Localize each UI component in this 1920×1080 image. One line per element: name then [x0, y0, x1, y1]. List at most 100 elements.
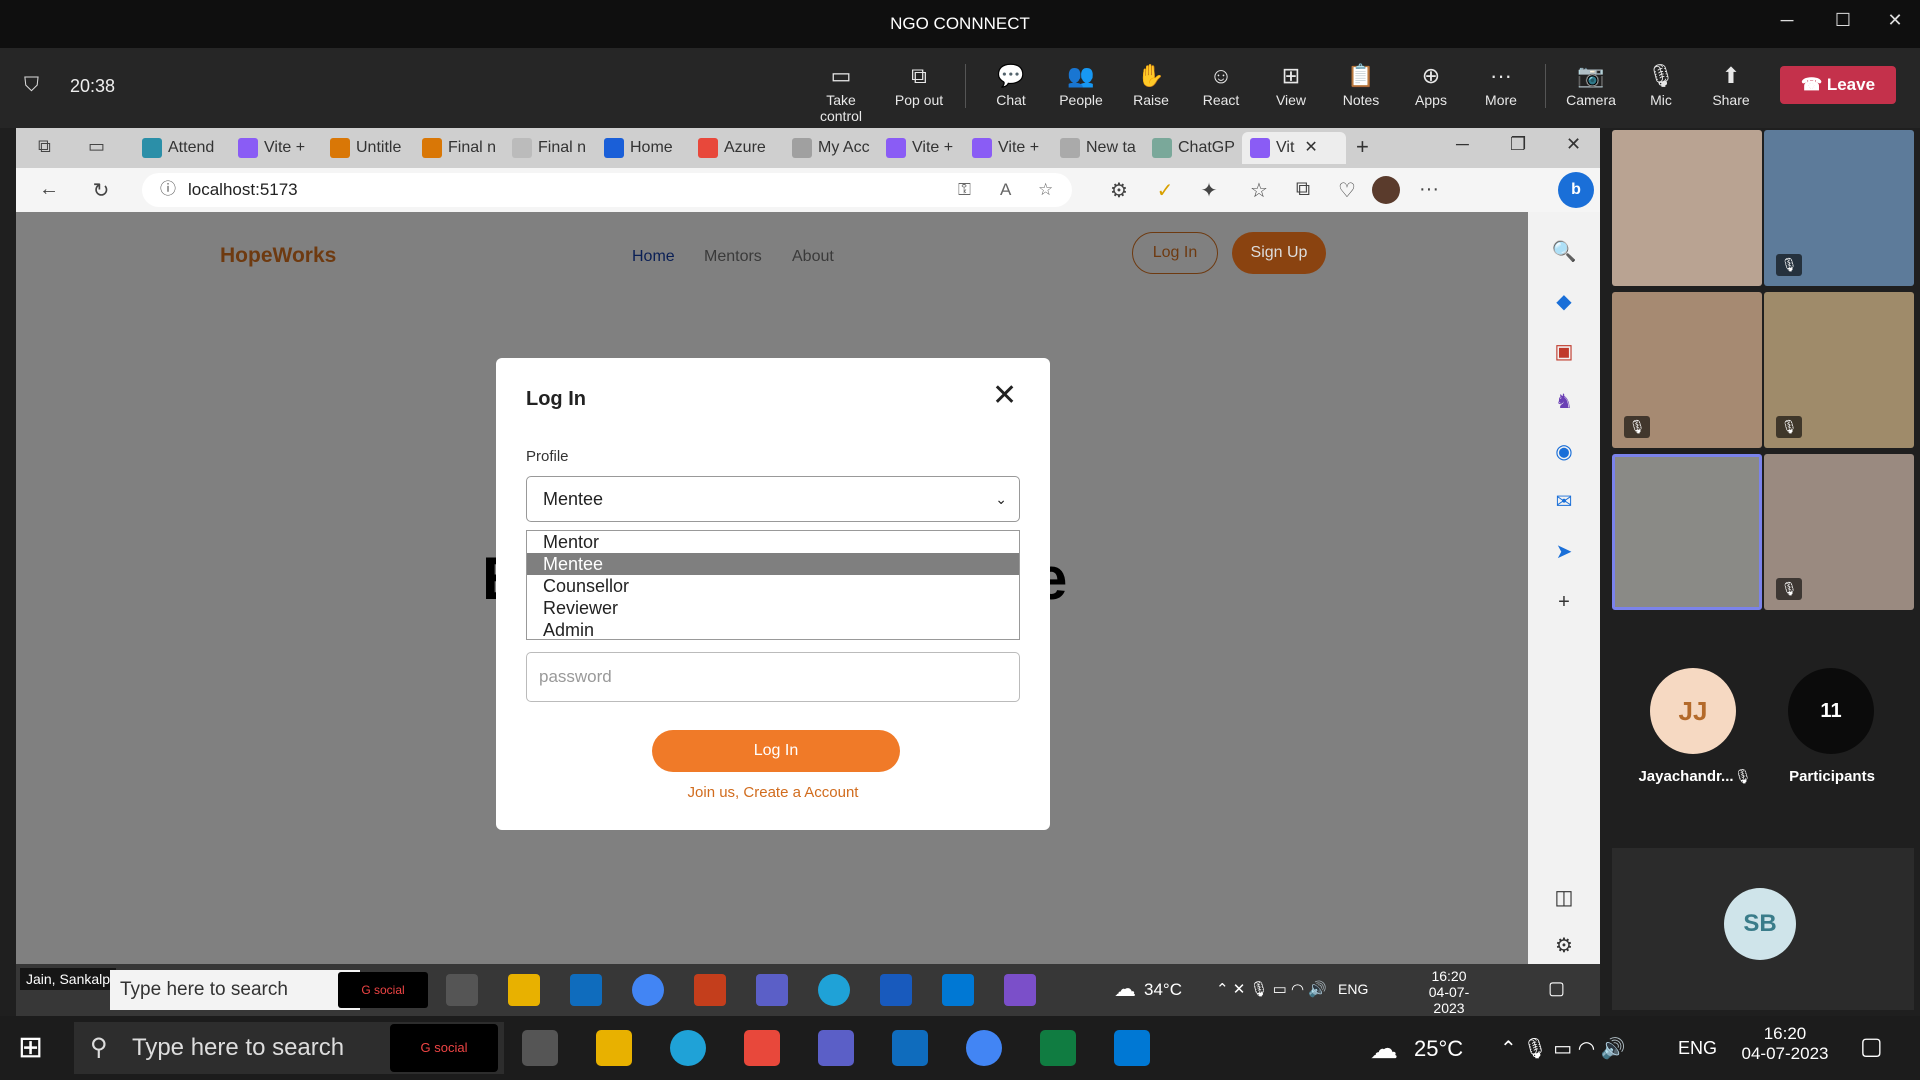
chat-button[interactable]: 💬 Chat	[976, 62, 1046, 108]
tab-attend[interactable]: Attend	[134, 132, 226, 164]
avatar[interactable]: JJ	[1650, 668, 1736, 754]
people-button[interactable]: 👥 People	[1046, 62, 1116, 108]
tray-icons[interactable]: ⌃ ✕ 🎙 ▭ ◠ 🔊	[1216, 980, 1327, 998]
option-counsellor[interactable]: Counsellor	[527, 575, 1019, 597]
tab-final-1[interactable]: Final n	[414, 132, 504, 164]
restore-icon[interactable]: ❐	[1510, 134, 1526, 155]
maximize-icon[interactable]: ☐	[1828, 10, 1858, 31]
close-icon[interactable]: ✕	[1566, 134, 1581, 155]
taskbar-search[interactable]: Type here to search	[110, 970, 360, 1010]
option-admin[interactable]: Admin	[527, 619, 1019, 641]
minimize-icon[interactable]: ─	[1456, 134, 1469, 155]
outlook-icon[interactable]: ✉	[1548, 486, 1580, 518]
outlook-icon[interactable]	[570, 974, 602, 1006]
option-mentor[interactable]: Mentor	[527, 531, 1019, 553]
excel-icon[interactable]	[1040, 1030, 1076, 1066]
camera-button[interactable]: 📷 Camera	[1556, 62, 1626, 108]
site-logo[interactable]: HopeWorks	[220, 244, 336, 268]
notification-icon[interactable]: ▢	[1860, 1032, 1883, 1061]
mic-button[interactable]: 🎙 Mic	[1626, 62, 1696, 108]
collections-icon[interactable]: ⧉	[1290, 178, 1316, 201]
extension-gear-icon[interactable]: ⚙	[1106, 178, 1132, 203]
favorites-icon[interactable]: ☆	[1246, 178, 1272, 203]
games-icon[interactable]: ♞	[1548, 386, 1580, 418]
read-aloud-icon[interactable]: A	[1000, 173, 1011, 207]
nav-home[interactable]: Home	[632, 248, 675, 266]
profile-select[interactable]: Mentee ⌄	[526, 476, 1020, 522]
participant-video[interactable]: 🎙	[1612, 292, 1762, 448]
tab-final-2[interactable]: Final n	[504, 132, 594, 164]
participant-video[interactable]: 🎙	[1764, 130, 1914, 286]
powerpoint-icon[interactable]	[694, 974, 726, 1006]
nav-mentors[interactable]: Mentors	[704, 248, 762, 266]
pop-out-button[interactable]: ⧉ Pop out	[884, 62, 954, 108]
vscode-icon[interactable]	[1114, 1030, 1150, 1066]
clock[interactable]: 16:20 04-07-2023	[1730, 1024, 1840, 1064]
close-icon[interactable]: ✕	[1880, 10, 1910, 31]
windows-start-icon[interactable]: ⊞	[18, 1030, 43, 1065]
task-view-icon[interactable]	[522, 1030, 558, 1066]
extension-check-icon[interactable]: ✓	[1152, 178, 1178, 203]
extensions-puzzle-icon[interactable]: ✦	[1196, 178, 1222, 203]
password-field[interactable]: password	[526, 652, 1020, 702]
edge-icon[interactable]	[670, 1030, 706, 1066]
back-icon[interactable]: ←	[36, 178, 62, 201]
new-tab-icon[interactable]: +	[1356, 134, 1369, 160]
settings-icon[interactable]: ⚙	[1548, 930, 1580, 962]
social-widget[interactable]: G social	[390, 1024, 498, 1072]
app-icon[interactable]	[1004, 974, 1036, 1006]
more-button[interactable]: ··· More	[1466, 62, 1536, 108]
tab-my-account[interactable]: My Acc	[784, 132, 876, 164]
view-button[interactable]: ⊞ View	[1256, 62, 1326, 108]
raise-hand-button[interactable]: ✋ Raise	[1116, 62, 1186, 108]
close-tab-icon[interactable]: ✕	[1304, 139, 1317, 156]
tab-vite-2[interactable]: Vite +	[878, 132, 964, 164]
participant-video[interactable]: 🎙	[1764, 454, 1914, 610]
teams-icon[interactable]	[756, 974, 788, 1006]
outlook-icon[interactable]	[892, 1030, 928, 1066]
create-account-link[interactable]: Join us, Create a Account	[526, 784, 1020, 801]
file-explorer-icon[interactable]	[508, 974, 540, 1006]
tab-untitled[interactable]: Untitle	[322, 132, 418, 164]
vscode-icon[interactable]	[942, 974, 974, 1006]
refresh-icon[interactable]: ↻	[88, 178, 114, 203]
file-explorer-icon[interactable]	[596, 1030, 632, 1066]
store-icon[interactable]	[744, 1030, 780, 1066]
tab-actions-icon[interactable]: ▭	[88, 136, 105, 157]
inner-clock[interactable]: 16:20 04-07-2023	[1414, 968, 1484, 1016]
option-reviewer[interactable]: Reviewer	[527, 597, 1019, 619]
participant-video[interactable]: 🎙	[1764, 292, 1914, 448]
task-view-icon[interactable]	[446, 974, 478, 1006]
option-mentee[interactable]: Mentee	[527, 553, 1019, 575]
notification-icon[interactable]: ▢	[1548, 978, 1565, 999]
edge-icon[interactable]	[818, 974, 850, 1006]
nav-signup-button[interactable]: Sign Up	[1232, 232, 1326, 274]
tools-icon[interactable]: ▣	[1548, 336, 1580, 368]
url-field[interactable]: ⓘ localhost:5173 ⚿ A ☆	[142, 173, 1072, 207]
login-submit-button[interactable]: Log In	[652, 730, 900, 772]
tab-azure[interactable]: Azure	[690, 132, 782, 164]
key-icon[interactable]: ⚿	[958, 173, 971, 207]
tab-vite-3[interactable]: Vite +	[964, 132, 1050, 164]
nav-about[interactable]: About	[792, 248, 834, 266]
apps-button[interactable]: ⊕ Apps	[1396, 62, 1466, 108]
settings-more-icon[interactable]: ···	[1416, 178, 1442, 201]
teams-icon[interactable]	[818, 1030, 854, 1066]
notes-button[interactable]: 📋 Notes	[1326, 62, 1396, 108]
minimize-icon[interactable]: ─	[1772, 10, 1802, 31]
browser-essentials-icon[interactable]: ♡	[1334, 178, 1360, 203]
share-button[interactable]: ⬆ Share	[1696, 62, 1766, 108]
tab-new-tab[interactable]: New ta	[1052, 132, 1144, 164]
tab-chatgpt[interactable]: ChatGP	[1144, 132, 1236, 164]
microsoft-365-icon[interactable]: ◉	[1548, 436, 1580, 468]
close-icon[interactable]: ✕	[992, 378, 1017, 413]
word-icon[interactable]	[880, 974, 912, 1006]
social-widget[interactable]: G social	[338, 972, 428, 1008]
active-speaker-video[interactable]	[1612, 454, 1762, 610]
tab-active[interactable]: Vit ✕	[1242, 132, 1346, 164]
tray-icons[interactable]: ⌃ 🎙 ▭ ◠ 🔊	[1500, 1036, 1626, 1061]
chrome-icon[interactable]	[966, 1030, 1002, 1066]
take-control-button[interactable]: ▭ Take control	[806, 62, 876, 124]
tab-home[interactable]: Home	[596, 132, 690, 164]
participant-tile[interactable]: SB	[1612, 848, 1914, 1010]
